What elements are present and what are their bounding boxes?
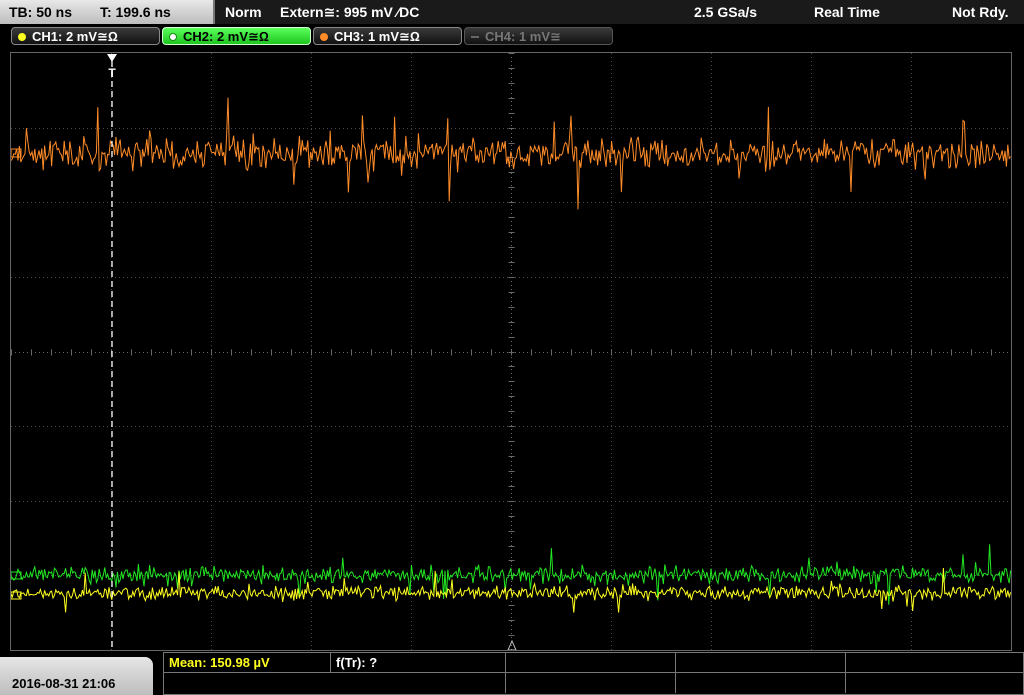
ch1-label: CH1: 2 mV≅Ω [32,29,118,44]
channel-tab-ch3[interactable]: CH3: 1 mV≅Ω [313,27,462,45]
channel-tab-ch4[interactable]: CH4: 1 mV≅ [464,27,613,45]
trigger-time-label: T: 199.6 ns [100,4,171,20]
trigger-marker-label: T [108,66,116,80]
ch3-color-dot [320,33,328,41]
ch2-label: CH2: 2 mV≅Ω [183,29,269,44]
trigger-position-arrow-icon[interactable] [107,54,117,62]
measurement-slot-5 [846,653,1023,673]
measurement-slot-9 [846,673,1023,693]
grid-lines [11,53,1011,650]
waveform-display[interactable]: T [10,52,1012,651]
acquisition-mode: Real Time [814,4,880,20]
sample-rate: 2.5 GSa/s [694,4,758,20]
channel-tab-ch1[interactable]: CH1: 2 mV≅Ω [11,27,160,45]
measurement-slot-3 [506,653,676,673]
ch2-trace [11,544,1011,605]
datetime-box: 2016-08-31 21:06 [0,657,153,695]
ch4-color-dot [471,36,479,38]
ch3-label: CH3: 1 mV≅Ω [334,29,420,44]
ch3-trace [11,97,1011,210]
ch1-color-dot [18,33,26,41]
trigger-source: Extern≅: 995 mV ∕DC [280,4,420,20]
ch4-label: CH4: 1 mV≅ [485,29,561,44]
trigger-area[interactable]: Norm Extern≅: 995 mV ∕DC 2.5 GSa/s Real … [216,0,1024,24]
channel-tab-ch2[interactable]: CH2: 2 mV≅Ω [162,27,311,45]
measurement-slot-8 [676,673,846,693]
measurement-slot-6 [164,673,506,693]
waveform-grid: T [11,53,1011,650]
trigger-mode: Norm [225,4,262,20]
measurement-slot-4 [676,653,846,673]
timebase-label: TB: 50 ns [9,4,73,20]
measurement-slot-7 [506,673,676,693]
datetime-label: 2016-08-31 21:06 [12,676,116,691]
channel-bar: CH1: 2 mV≅Ω CH2: 2 mV≅Ω CH3: 1 mV≅Ω CH4:… [0,25,1024,48]
timebase-box[interactable]: TB: 50 ns T: 199.6 ns [0,0,215,24]
frequency-measurement: f(Tr): ? [331,653,506,673]
acquisition-status: Not Rdy. [952,4,1009,20]
status-bar: TB: 50 ns T: 199.6 ns Norm Extern≅: 995 … [0,0,1024,24]
measurement-panel[interactable]: Mean: 150.98 µV f(Tr): ? [163,652,1024,695]
ch2-color-dot [169,33,177,41]
mean-measurement: Mean: 150.98 µV [164,653,331,673]
